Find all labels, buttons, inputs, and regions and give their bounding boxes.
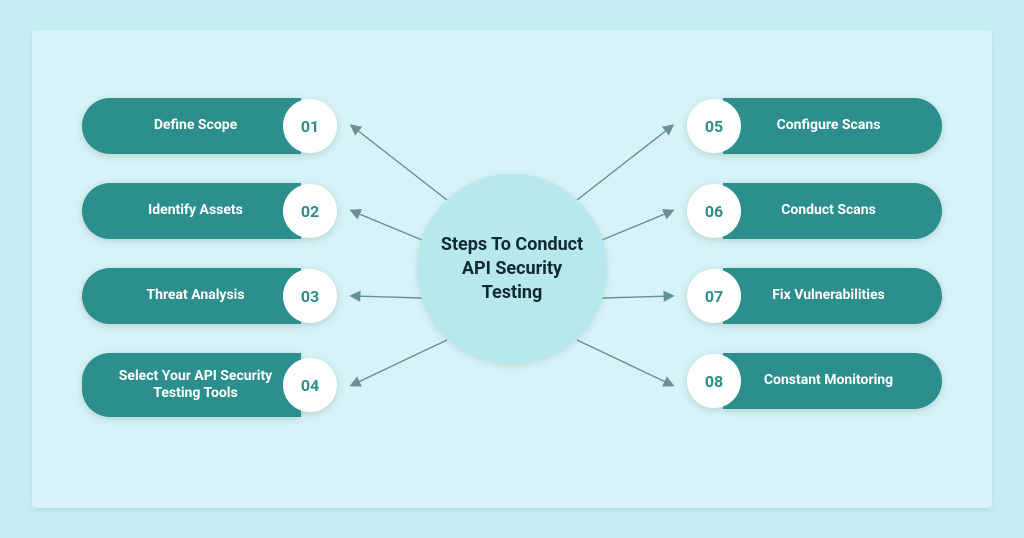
step-01-number: 01 (283, 99, 337, 153)
step-06: 06 Conduct Scans (687, 183, 942, 239)
step-02-number: 02 (283, 184, 337, 238)
step-04: Select Your API Security Testing Tools 0… (82, 353, 337, 417)
step-02: Identify Assets 02 (82, 183, 337, 239)
step-08-label: Constant Monitoring (723, 353, 942, 409)
step-01: Define Scope 01 (82, 98, 337, 154)
center-hub: Steps To Conduct API Security Testing (417, 174, 607, 364)
step-06-number: 06 (687, 184, 741, 238)
step-03: Threat Analysis 03 (82, 268, 337, 324)
diagram-canvas: Steps To Conduct API Security Testing De… (32, 30, 992, 508)
step-05-label: Configure Scans (723, 98, 942, 154)
step-04-label: Select Your API Security Testing Tools (82, 353, 301, 417)
step-06-label: Conduct Scans (723, 183, 942, 239)
step-03-number: 03 (283, 269, 337, 323)
step-01-label: Define Scope (82, 98, 301, 154)
step-04-number: 04 (283, 358, 337, 412)
step-05: 05 Configure Scans (687, 98, 942, 154)
step-08-number: 08 (687, 354, 741, 408)
step-07: 07 Fix Vulnerabilities (687, 268, 942, 324)
center-title: Steps To Conduct API Security Testing (437, 233, 587, 306)
step-02-label: Identify Assets (82, 183, 301, 239)
step-07-label: Fix Vulnerabilities (723, 268, 942, 324)
step-08: 08 Constant Monitoring (687, 353, 942, 409)
step-03-label: Threat Analysis (82, 268, 301, 324)
step-07-number: 07 (687, 269, 741, 323)
step-05-number: 05 (687, 99, 741, 153)
